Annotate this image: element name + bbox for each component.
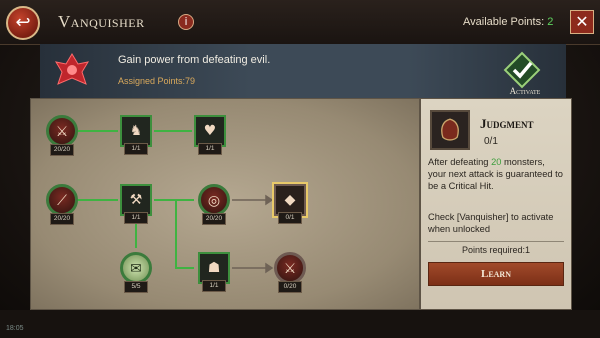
arrow-n6-n7-icon: [265, 194, 274, 206]
skill-node-judgment[interactable]: ◆ 0/1: [272, 182, 308, 224]
skill-node-level: 1/1: [198, 143, 222, 155]
skill-level: 0/1: [484, 136, 498, 147]
skill-note: Check [Vanquisher] to activate when unlo…: [428, 212, 554, 234]
skill-name: Judgment: [480, 116, 534, 131]
skill-node-warrior-aura[interactable]: ☗ 1/1: [198, 252, 230, 292]
skill-node-scroll[interactable]: ✉ 5/5: [120, 252, 152, 293]
link-n5-n9: [154, 199, 194, 269]
skill-node-crossed-swords-locked[interactable]: ⚔ 0/20: [274, 252, 306, 293]
skill-node-level: 1/1: [124, 143, 148, 155]
arrow-n9-n10-icon: [265, 262, 274, 274]
skill-description-number: 20: [491, 157, 502, 167]
skill-node-crossed-swords[interactable]: ⚔ 20/20: [46, 115, 78, 156]
divider: [428, 241, 564, 242]
skill-node-level: 20/20: [50, 213, 74, 225]
warrior-silhouette-icon: ♞: [129, 123, 143, 139]
vortex-icon: ◎: [207, 193, 221, 209]
bottom-bar: [0, 310, 600, 338]
judgment-skill-icon: [430, 110, 470, 150]
skill-node-vortex[interactable]: ◎ 20/20: [198, 184, 230, 225]
skill-node-level: 1/1: [202, 280, 226, 292]
skill-node-heart[interactable]: ♥ 1/1: [194, 115, 226, 155]
heart-icon: ♥: [203, 123, 217, 139]
points-required: Points required:1: [461, 245, 531, 255]
claw-slash-icon: ⟋: [57, 193, 67, 209]
skill-description: After defeating 20 monsters, your next a…: [428, 156, 564, 192]
scroll-icon: ✉: [130, 261, 142, 277]
skill-node-level: 0/1: [278, 212, 302, 224]
skill-node-level: 5/5: [124, 281, 148, 293]
skill-node-level: 1/1: [124, 212, 148, 224]
skill-node-level: 0/20: [278, 281, 302, 293]
warrior-aura-icon: ☗: [207, 260, 221, 276]
skill-node-warrior[interactable]: ♞ 1/1: [120, 115, 152, 155]
skill-node-level: 20/20: [50, 144, 74, 156]
status-clock: 18:05: [6, 325, 24, 332]
skill-node-level: 20/20: [202, 213, 226, 225]
skill-description-prefix: After defeating: [428, 157, 492, 167]
judgment-shield-icon: ◆: [284, 192, 296, 208]
learn-button[interactable]: Learn: [428, 262, 564, 286]
battle-axe-icon: ⚒: [129, 192, 143, 208]
skill-node-claw[interactable]: ⟋ 20/20: [46, 184, 78, 225]
skill-node-battle-axe[interactable]: ⚒ 1/1: [120, 184, 152, 224]
crossed-swords-icon: ⚔: [55, 124, 69, 140]
crossed-swords-locked-icon: ⚔: [283, 261, 297, 277]
